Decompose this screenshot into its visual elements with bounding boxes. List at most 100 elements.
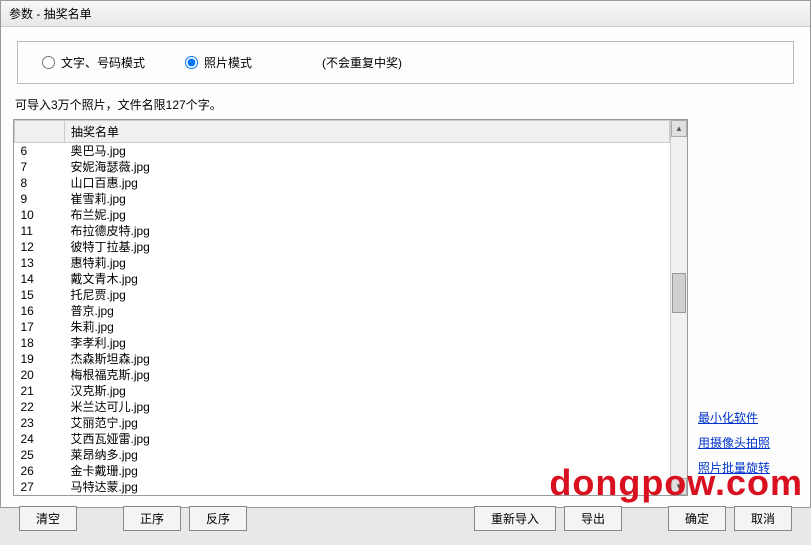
row-filename: 布拉德皮特.jpg <box>65 223 670 239</box>
row-filename: 崔雪莉.jpg <box>65 191 670 207</box>
row-number: 27 <box>15 479 65 495</box>
table-row[interactable]: 20梅根福克斯.jpg <box>15 367 670 383</box>
vertical-scrollbar[interactable]: ▲ ▼ <box>670 120 687 495</box>
table-row[interactable]: 21汉克斯.jpg <box>15 383 670 399</box>
table-row[interactable]: 18李孝利.jpg <box>15 335 670 351</box>
window-title: 参数 - 抽奖名单 <box>1 1 810 27</box>
clear-button[interactable]: 清空 <box>19 506 77 531</box>
row-number: 24 <box>15 431 65 447</box>
minimize-link[interactable]: 最小化软件 <box>698 409 798 426</box>
row-number: 7 <box>15 159 65 175</box>
rotate-link[interactable]: 照片批量旋转 <box>698 459 798 476</box>
participant-table: 抽奖名单 6奥巴马.jpg7安妮海瑟薇.jpg8山口百惠.jpg9崔雪莉.jpg… <box>14 120 670 495</box>
text-mode-label[interactable]: 文字、号码模式 <box>61 54 145 71</box>
table-row[interactable]: 10布兰妮.jpg <box>15 207 670 223</box>
table-area: 抽奖名单 6奥巴马.jpg7安妮海瑟薇.jpg8山口百惠.jpg9崔雪莉.jpg… <box>13 119 798 496</box>
table-row[interactable]: 9崔雪莉.jpg <box>15 191 670 207</box>
row-filename: 普京.jpg <box>65 303 670 319</box>
row-filename: 梅根福克斯.jpg <box>65 367 670 383</box>
row-filename: 戴文青木.jpg <box>65 271 670 287</box>
table-row[interactable]: 19杰森斯坦森.jpg <box>15 351 670 367</box>
row-number: 11 <box>15 223 65 239</box>
photo-mode-radio-input[interactable] <box>185 56 198 69</box>
table-wrap: 抽奖名单 6奥巴马.jpg7安妮海瑟薇.jpg8山口百惠.jpg9崔雪莉.jpg… <box>13 119 688 496</box>
table-row[interactable]: 7安妮海瑟薇.jpg <box>15 159 670 175</box>
ok-button[interactable]: 确定 <box>668 506 726 531</box>
camera-link[interactable]: 用摄像头拍照 <box>698 434 798 451</box>
scroll-down-icon[interactable]: ▼ <box>671 478 687 495</box>
table-row[interactable]: 23艾丽范宁.jpg <box>15 415 670 431</box>
button-row: 清空 正序 反序 重新导入 导出 确定 取消 <box>13 496 798 537</box>
row-filename: 奥巴马.jpg <box>65 143 670 160</box>
scroll-up-icon[interactable]: ▲ <box>671 120 687 137</box>
row-number: 13 <box>15 255 65 271</box>
row-number: 14 <box>15 271 65 287</box>
row-number: 26 <box>15 463 65 479</box>
row-filename: 山口百惠.jpg <box>65 175 670 191</box>
export-button[interactable]: 导出 <box>564 506 622 531</box>
row-number: 9 <box>15 191 65 207</box>
table-row[interactable]: 24艾西瓦娅雷.jpg <box>15 431 670 447</box>
row-filename: 李孝利.jpg <box>65 335 670 351</box>
table-row[interactable]: 12彼特丁拉基.jpg <box>15 239 670 255</box>
import-hint: 可导入3万个照片，文件名限127个字。 <box>13 90 798 119</box>
row-number: 18 <box>15 335 65 351</box>
table-row[interactable]: 27马特达蒙.jpg <box>15 479 670 495</box>
sort-asc-button[interactable]: 正序 <box>123 506 181 531</box>
table-row[interactable]: 6奥巴马.jpg <box>15 143 670 160</box>
col-header-name[interactable]: 抽奖名单 <box>65 121 670 143</box>
row-number: 6 <box>15 143 65 160</box>
row-number: 15 <box>15 287 65 303</box>
row-filename: 布兰妮.jpg <box>65 207 670 223</box>
table-row[interactable]: 17朱莉.jpg <box>15 319 670 335</box>
row-number: 25 <box>15 447 65 463</box>
table-row[interactable]: 16普京.jpg <box>15 303 670 319</box>
row-filename: 朱莉.jpg <box>65 319 670 335</box>
row-number: 23 <box>15 415 65 431</box>
table-inner[interactable]: 抽奖名单 6奥巴马.jpg7安妮海瑟薇.jpg8山口百惠.jpg9崔雪莉.jpg… <box>14 120 670 495</box>
table-row[interactable]: 11布拉德皮特.jpg <box>15 223 670 239</box>
table-body: 6奥巴马.jpg7安妮海瑟薇.jpg8山口百惠.jpg9崔雪莉.jpg10布兰妮… <box>15 143 670 496</box>
table-row[interactable]: 22米兰达可儿.jpg <box>15 399 670 415</box>
row-number: 12 <box>15 239 65 255</box>
table-row[interactable]: 8山口百惠.jpg <box>15 175 670 191</box>
settings-window: 参数 - 抽奖名单 文字、号码模式 照片模式 (不会重复中奖) 可导入3万个照片… <box>0 0 811 508</box>
side-links: 最小化软件 用摄像头拍照 照片批量旋转 <box>698 119 798 496</box>
row-filename: 安妮海瑟薇.jpg <box>65 159 670 175</box>
table-row[interactable]: 25莱昂纳多.jpg <box>15 447 670 463</box>
row-filename: 惠特莉.jpg <box>65 255 670 271</box>
row-number: 20 <box>15 367 65 383</box>
row-number: 19 <box>15 351 65 367</box>
scroll-thumb[interactable] <box>672 273 686 313</box>
text-mode-radio[interactable]: 文字、号码模式 <box>42 54 145 71</box>
row-number: 22 <box>15 399 65 415</box>
text-mode-radio-input[interactable] <box>42 56 55 69</box>
table-row[interactable]: 26金卡戴珊.jpg <box>15 463 670 479</box>
row-filename: 马特达蒙.jpg <box>65 479 670 495</box>
cancel-button[interactable]: 取消 <box>734 506 792 531</box>
row-number: 16 <box>15 303 65 319</box>
row-number: 17 <box>15 319 65 335</box>
table-row[interactable]: 14戴文青木.jpg <box>15 271 670 287</box>
col-header-blank[interactable] <box>15 121 65 143</box>
row-number: 21 <box>15 383 65 399</box>
row-filename: 托尼贾.jpg <box>65 287 670 303</box>
reimport-button[interactable]: 重新导入 <box>474 506 556 531</box>
row-filename: 金卡戴珊.jpg <box>65 463 670 479</box>
row-number: 10 <box>15 207 65 223</box>
row-number: 8 <box>15 175 65 191</box>
row-filename: 汉克斯.jpg <box>65 383 670 399</box>
mode-selector-panel: 文字、号码模式 照片模式 (不会重复中奖) <box>17 41 794 84</box>
photo-mode-label[interactable]: 照片模式 <box>204 54 252 71</box>
mode-hint: (不会重复中奖) <box>322 54 402 71</box>
content-area: 文字、号码模式 照片模式 (不会重复中奖) 可导入3万个照片，文件名限127个字… <box>1 27 810 545</box>
row-filename: 艾西瓦娅雷.jpg <box>65 431 670 447</box>
row-filename: 杰森斯坦森.jpg <box>65 351 670 367</box>
scroll-track[interactable] <box>671 137 687 478</box>
sort-desc-button[interactable]: 反序 <box>189 506 247 531</box>
row-filename: 彼特丁拉基.jpg <box>65 239 670 255</box>
table-row[interactable]: 13惠特莉.jpg <box>15 255 670 271</box>
table-row[interactable]: 15托尼贾.jpg <box>15 287 670 303</box>
row-filename: 艾丽范宁.jpg <box>65 415 670 431</box>
photo-mode-radio[interactable]: 照片模式 <box>185 54 252 71</box>
